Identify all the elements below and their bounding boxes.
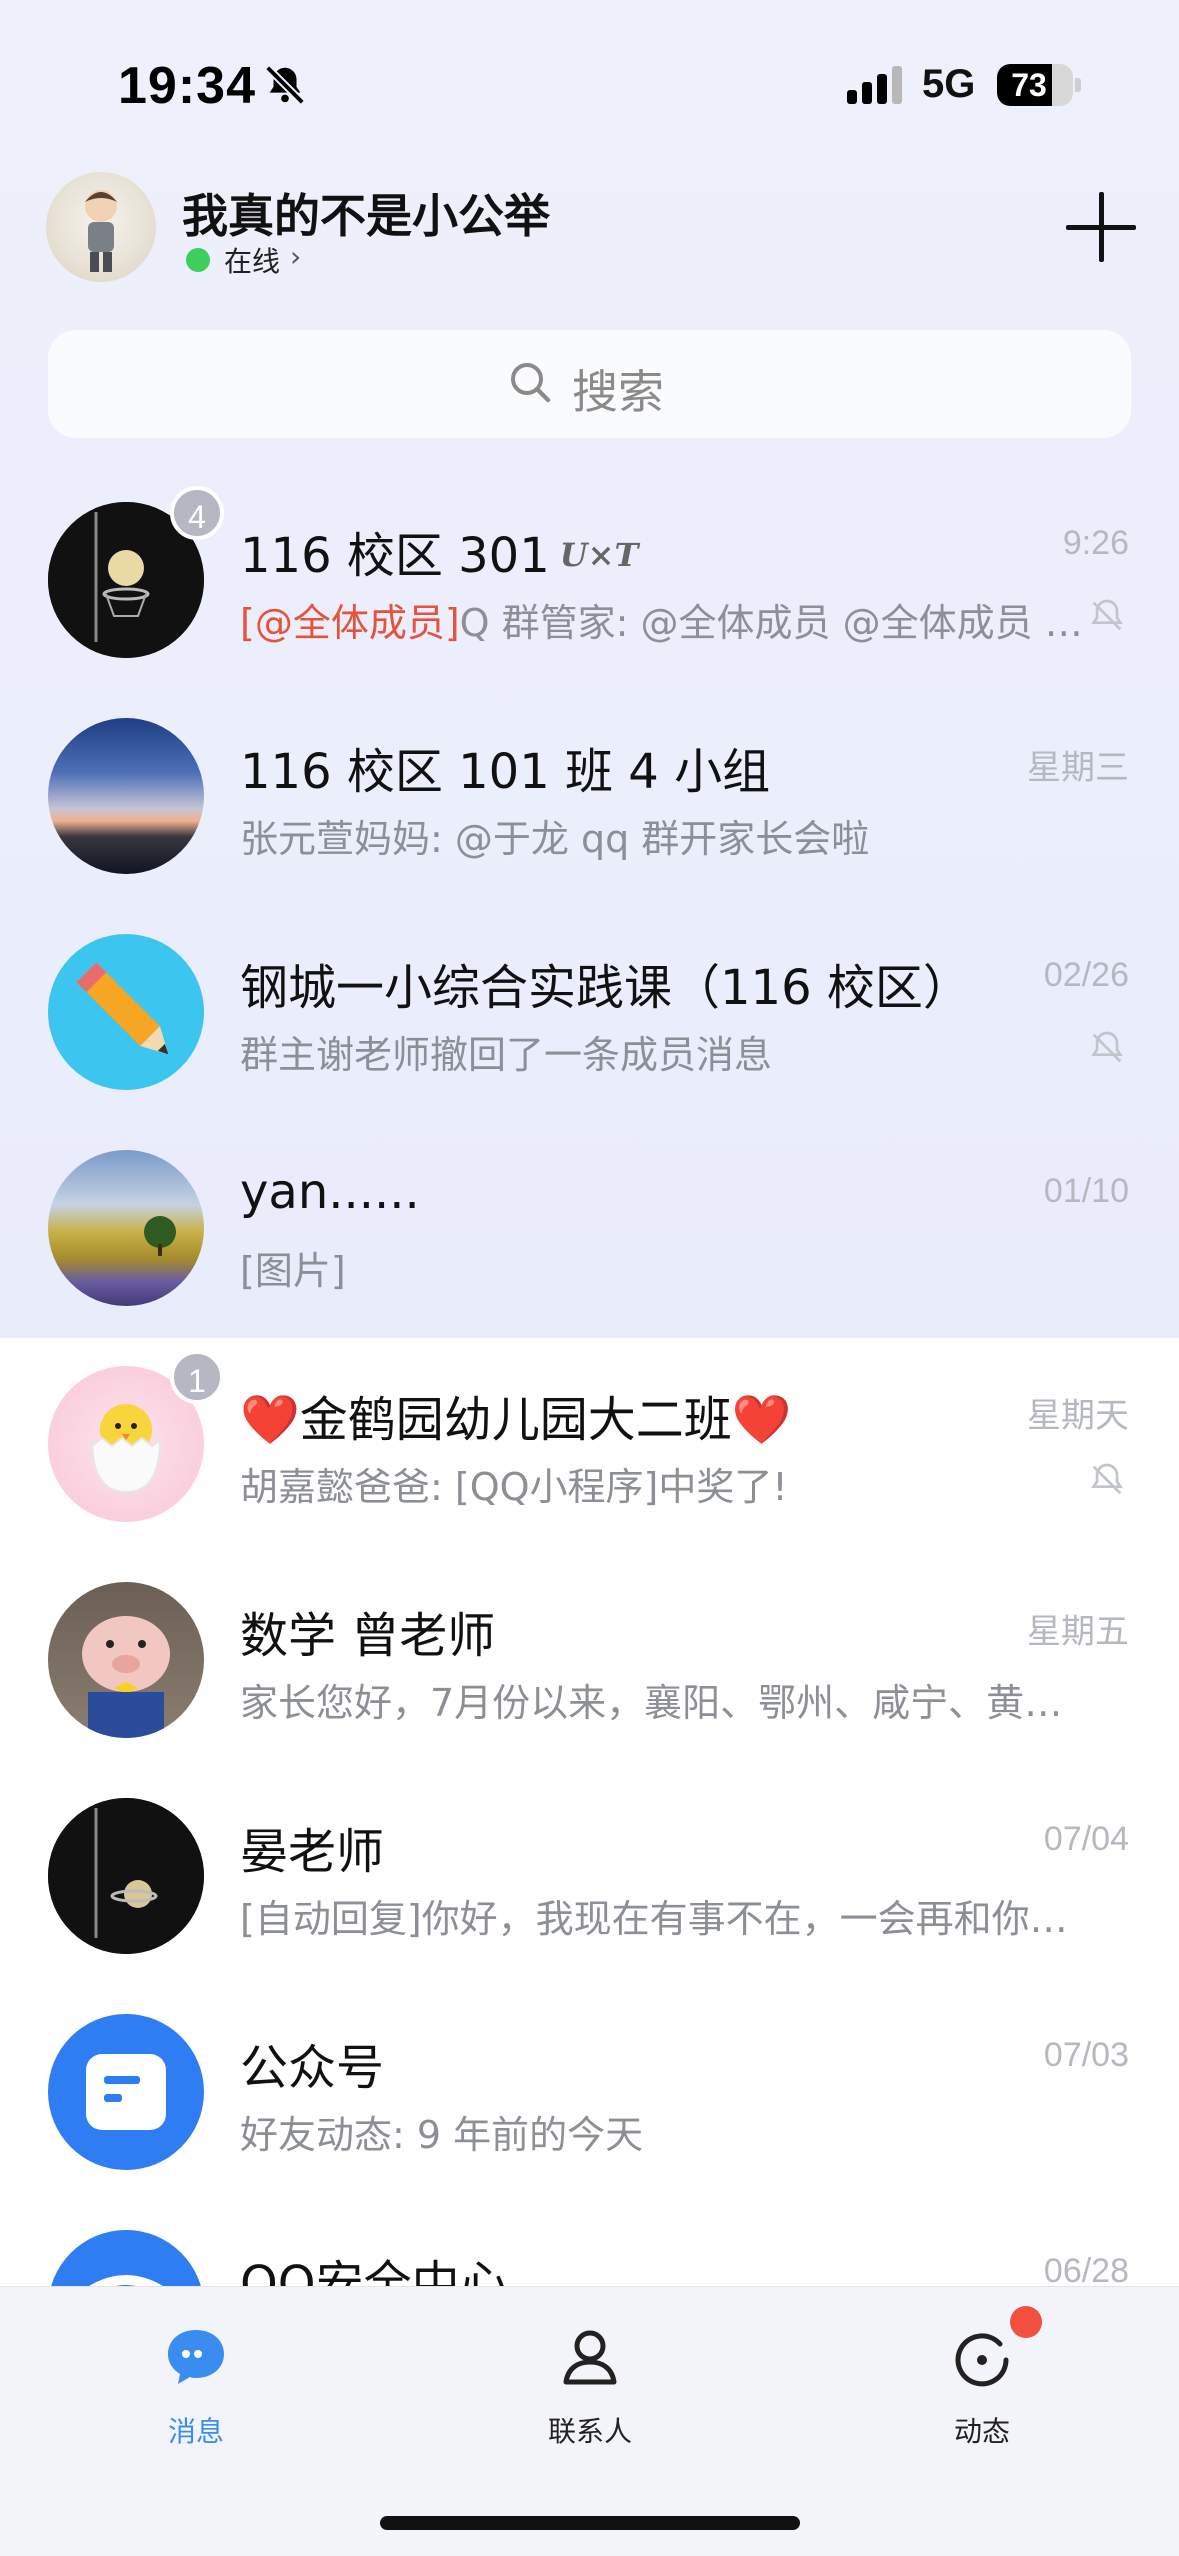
chat-avatar: [48, 1798, 204, 1954]
plush-pig-icon: [82, 1616, 170, 1738]
online-status-dot: [186, 248, 210, 272]
chat-title: 数学 曾老师: [240, 1608, 496, 1664]
chat-time: 9:26: [1062, 524, 1129, 562]
tree-icon: [144, 1216, 176, 1256]
chat-avatar: [48, 718, 204, 874]
status-time: 19:34: [118, 57, 256, 115]
moments-icon: [955, 2333, 1009, 2387]
pencil-icon: [76, 962, 169, 1055]
cellular-signal-icon: [847, 66, 902, 104]
chat-avatar: [48, 1150, 204, 1306]
chat-time: 07/03: [1043, 2036, 1129, 2074]
chat-preview: 好友动态: 9 年前的今天: [240, 2113, 644, 2157]
tab-label: 联系人: [547, 2415, 632, 2448]
chat-title: 公众号: [240, 2040, 385, 2096]
chat-bubble-icon: [168, 2330, 224, 2384]
chat-avatar: [48, 2014, 204, 2170]
battery-percent: 73: [1011, 67, 1047, 103]
chat-preview: [自动回复]你好，我现在有事不在，一会再和你联系: [240, 1897, 1100, 1941]
chat-row[interactable]: 钢城一小综合实践课（116 校区） 02/26 群主谢老师撤回了一条成员消息: [0, 898, 1179, 1114]
unread-badge: 1: [170, 1350, 224, 1404]
home-indicator[interactable]: [380, 2516, 800, 2530]
chat-preview: [图片]: [240, 1249, 346, 1293]
chat-row[interactable]: 116 校区 101 班 4 小组 星期三 张元萱妈妈: @于龙 qq 群开家长…: [0, 682, 1179, 898]
chat-avatar: [48, 1582, 204, 1738]
network-type: 5G: [922, 62, 976, 106]
search-icon: [511, 363, 551, 403]
tab-label: 消息: [167, 2415, 224, 2448]
chat-preview: [@全体成员]Q 群管家: @全体成员 @全体成员 @全体成员: [240, 592, 1100, 647]
notification-dot: [1010, 2306, 1042, 2338]
chat-preview: 家长您好，7月份以来，襄阳、鄂州、咸宁、黄冈等地发生多起: [240, 1681, 1100, 1725]
battery-icon: 73: [997, 64, 1073, 106]
chat-title: yan......: [240, 1164, 420, 1220]
chat-title: ❤️金鹤园幼儿园大二班❤️: [240, 1392, 792, 1448]
official-account-icon: [86, 2054, 166, 2130]
muted-bell-icon: [1091, 1031, 1123, 1063]
tab-label: 动态: [953, 2415, 1010, 2448]
chat-row[interactable]: 公众号 07/03 好友动态: 9 年前的今天: [0, 1978, 1179, 2194]
unread-badge: 4: [170, 486, 224, 540]
cartoon-figure-icon: [85, 190, 117, 272]
chat-title: 116 校区 301 U×T: [240, 516, 638, 586]
muted-bell-icon: [1091, 599, 1123, 631]
chat-time: 01/10: [1043, 1172, 1129, 1210]
chat-time: 星期五: [1027, 1613, 1129, 1651]
profile-avatar[interactable]: [46, 172, 156, 282]
tab-messages[interactable]: 消息: [106, 2310, 286, 2450]
person-icon: [563, 2330, 617, 2385]
chat-title: 116 校区 101 班 4 小组: [240, 744, 771, 800]
chat-time: 星期三: [1027, 749, 1129, 787]
silent-mode-icon: [265, 65, 305, 105]
chevron-right-icon: ›: [290, 240, 302, 273]
chat-row[interactable]: 晏老师 07/04 [自动回复]你好，我现在有事不在，一会再和你联系: [0, 1762, 1179, 1978]
chat-time: 02/26: [1043, 956, 1129, 994]
chat-preview: 张元萱妈妈: @于龙 qq 群开家长会啦: [240, 817, 870, 861]
chat-title: 钢城一小综合实践课（116 校区）: [240, 960, 971, 1016]
account-name[interactable]: 我真的不是小公举: [182, 180, 550, 246]
chat-preview: 胡嘉懿爸爸: [QQ小程序]中奖了!: [240, 1465, 788, 1509]
tab-contacts[interactable]: 联系人: [500, 2310, 680, 2450]
chat-preview-text: Q 群管家: @全体成员 @全体成员 @全体成员: [459, 601, 1100, 645]
basketball-hoop-icon: [48, 1798, 204, 1954]
tab-moments[interactable]: 动态: [892, 2310, 1072, 2450]
add-button[interactable]: [1066, 192, 1136, 262]
chat-preview: 群主谢老师撤回了一条成员消息: [240, 1033, 773, 1077]
group-tag-badge: U×T: [559, 536, 639, 574]
chat-row[interactable]: yan...... 01/10 [图片]: [0, 1114, 1179, 1330]
chat-title-text: 116 校区 301: [240, 528, 550, 584]
chat-time: 07/04: [1043, 1820, 1129, 1858]
chat-time: 星期天: [1027, 1397, 1129, 1435]
muted-bell-icon: [1091, 1463, 1123, 1495]
search-placeholder: 搜索: [572, 365, 664, 419]
status-bar: 19:34 5G 73: [0, 0, 1179, 150]
mention-tag: [@全体成员]: [240, 601, 460, 645]
chat-row[interactable]: 1 ❤️金鹤园幼儿园大二班❤️ 星期天 胡嘉懿爸爸: [QQ小程序]中奖了!: [0, 1330, 1179, 1546]
chat-row[interactable]: 数学 曾老师 星期五 家长您好，7月份以来，襄阳、鄂州、咸宁、黄冈等地发生多起: [0, 1546, 1179, 1762]
battery-tip: [1075, 78, 1081, 92]
chat-title: 晏老师: [240, 1824, 385, 1880]
online-status-label[interactable]: 在线: [224, 240, 280, 280]
chat-row[interactable]: 4 116 校区 301 U×T 9:26 [@全体成员]Q 群管家: @全体成员…: [0, 466, 1179, 682]
chat-avatar: [48, 934, 204, 1090]
